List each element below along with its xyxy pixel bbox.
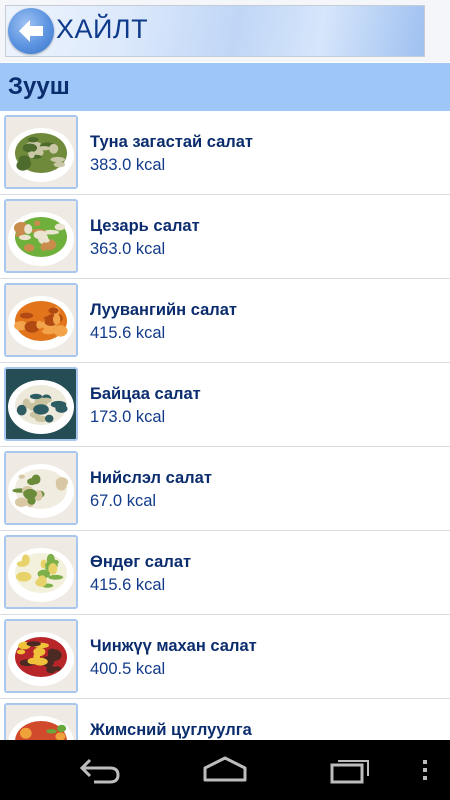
salad-calories: 363.0 kcal bbox=[90, 240, 166, 258]
system-nav-bar bbox=[0, 740, 450, 800]
salad-thumbnail bbox=[4, 199, 78, 273]
salad-name: Туна загастай салат bbox=[90, 133, 254, 151]
salad-thumbnail bbox=[4, 115, 78, 189]
salad-calories: 400.5 kcal bbox=[90, 660, 166, 678]
salad-thumbnail bbox=[4, 283, 78, 357]
recents-nav-icon[interactable] bbox=[328, 754, 376, 786]
salad-name: Чинжүү махан салат bbox=[90, 637, 257, 655]
list-item[interactable]: Чинжүү махан салат 400.5 kcal bbox=[0, 615, 450, 699]
search-label[interactable]: ХАЙЛТ bbox=[56, 14, 148, 45]
list-item[interactable]: Нийслэл салат 67.0 kcal bbox=[0, 447, 450, 531]
list-item[interactable]: Өндөг салат 415.6 kcal bbox=[0, 531, 450, 615]
salad-calories: 415.6 kcal bbox=[90, 576, 166, 594]
top-bar: ХАЙЛТ bbox=[0, 0, 450, 62]
salad-calories: 383.0 kcal bbox=[90, 156, 166, 174]
home-nav-icon[interactable] bbox=[201, 754, 249, 786]
salad-calories: 67.0 kcal bbox=[90, 492, 157, 510]
salad-thumbnail bbox=[4, 703, 78, 740]
salad-name: Луувангийн салат bbox=[90, 301, 238, 319]
salad-calories: 415.6 kcal bbox=[90, 324, 166, 342]
salad-name: Байцаа салат bbox=[90, 385, 201, 403]
salad-name: Нийслэл салат bbox=[90, 469, 212, 487]
salad-thumbnail bbox=[4, 367, 78, 441]
salad-thumbnail bbox=[4, 535, 78, 609]
list-item[interactable]: Цезарь салат 363.0 kcal bbox=[0, 195, 450, 279]
category-title: Зууш bbox=[8, 73, 70, 100]
category-header: Зууш bbox=[0, 63, 450, 111]
salad-name: Өндөг салат bbox=[90, 553, 192, 571]
list-item[interactable]: Жимсний цуглуулга bbox=[0, 699, 450, 740]
back-arrow-icon bbox=[19, 20, 43, 42]
salad-calories: 173.0 kcal bbox=[90, 408, 166, 426]
menu-dots-icon[interactable] bbox=[418, 754, 432, 786]
salad-thumbnail bbox=[4, 451, 78, 525]
back-button[interactable] bbox=[8, 8, 54, 54]
list-item[interactable]: Луувангийн салат 415.6 kcal bbox=[0, 279, 450, 363]
salad-thumbnail bbox=[4, 619, 78, 693]
salad-name: Жимсний цуглуулга bbox=[90, 721, 252, 739]
list-item[interactable]: Туна загастай салат 383.0 kcal bbox=[0, 111, 450, 195]
salad-name: Цезарь салат bbox=[90, 217, 200, 235]
app-screen: ХАЙЛТ Зууш Туна загастай салат 383.0 kca… bbox=[0, 0, 450, 800]
salad-list: Туна загастай салат 383.0 kcal Цезарь са… bbox=[0, 111, 450, 740]
list-item[interactable]: Байцаа салат 173.0 kcal bbox=[0, 363, 450, 447]
back-nav-icon[interactable] bbox=[76, 754, 124, 786]
